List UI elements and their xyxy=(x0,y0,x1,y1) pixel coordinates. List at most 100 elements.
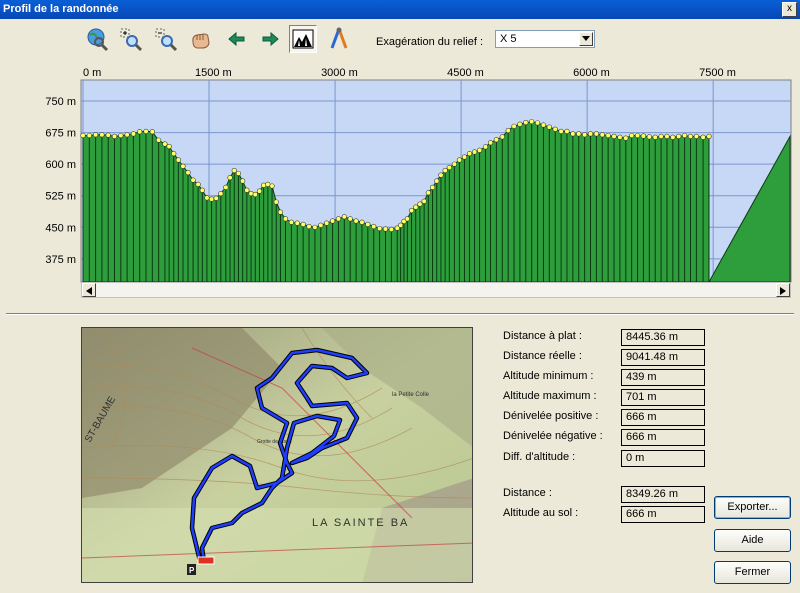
elevation-point[interactable] xyxy=(570,131,576,137)
elevation-point[interactable] xyxy=(324,220,330,226)
elevation-point[interactable] xyxy=(359,219,365,225)
elevation-point[interactable] xyxy=(218,191,224,197)
elevation-point[interactable] xyxy=(476,147,483,153)
elevation-point[interactable] xyxy=(294,220,300,226)
elevation-point[interactable] xyxy=(534,120,541,126)
elevation-point[interactable] xyxy=(629,132,635,139)
elevation-point[interactable] xyxy=(693,133,699,139)
elevation-point[interactable] xyxy=(269,183,275,189)
back-arrow-icon[interactable] xyxy=(224,26,250,52)
elevation-point[interactable] xyxy=(223,184,229,190)
elevation-point[interactable] xyxy=(329,218,336,224)
elevation-point[interactable] xyxy=(623,135,629,141)
elevation-point[interactable] xyxy=(499,134,505,140)
elevation-point[interactable] xyxy=(593,131,599,137)
elevation-point[interactable] xyxy=(341,214,347,220)
elevation-point[interactable] xyxy=(482,144,489,150)
elevation-point[interactable] xyxy=(171,151,177,157)
elevation-profile-chart[interactable]: 0 m 1500 m 3000 m 4500 m 6000 m 7500 m 750 m 67… xyxy=(0,60,800,350)
elevation-point[interactable] xyxy=(235,170,242,177)
elevation-point[interactable] xyxy=(99,132,105,138)
elevation-point[interactable] xyxy=(353,218,359,224)
elevation-point[interactable] xyxy=(227,175,233,181)
elevation-point[interactable] xyxy=(248,191,254,197)
elevation-point[interactable] xyxy=(240,178,246,184)
elevation-point[interactable] xyxy=(156,137,162,143)
close-window-button[interactable]: x xyxy=(782,2,797,17)
elevation-point[interactable] xyxy=(300,221,306,227)
elevation-point[interactable] xyxy=(599,132,605,138)
elevation-point[interactable] xyxy=(564,128,570,134)
elevation-point[interactable] xyxy=(487,140,494,146)
elevation-point[interactable] xyxy=(421,198,427,204)
zoom-out-icon[interactable] xyxy=(153,26,179,52)
elevation-point[interactable] xyxy=(288,219,294,225)
elevation-point[interactable] xyxy=(105,132,111,138)
elevation-point[interactable] xyxy=(456,157,463,163)
help-button[interactable]: Aide xyxy=(714,529,791,552)
elevation-point[interactable] xyxy=(404,216,410,222)
elevation-point[interactable] xyxy=(244,187,250,193)
compass-measure-icon[interactable] xyxy=(326,26,352,52)
export-button[interactable]: Exporter... xyxy=(714,496,791,519)
elevation-point[interactable] xyxy=(442,167,448,174)
elevation-point[interactable] xyxy=(505,127,511,134)
dropdown-button[interactable] xyxy=(579,32,593,46)
elevation-point[interactable] xyxy=(149,129,155,135)
elevation-point[interactable] xyxy=(162,141,168,147)
elevation-point[interactable] xyxy=(204,195,210,201)
elevation-point[interactable] xyxy=(377,225,383,232)
elevation-point[interactable] xyxy=(371,223,377,230)
relief-exaggeration-select[interactable]: X 5 xyxy=(495,30,595,48)
elevation-point[interactable] xyxy=(118,132,124,139)
elevation-point[interactable] xyxy=(273,199,279,205)
elevation-point[interactable] xyxy=(471,149,478,155)
elevation-point[interactable] xyxy=(523,119,529,126)
elevation-point[interactable] xyxy=(652,134,658,140)
elevation-point[interactable] xyxy=(700,134,706,140)
elevation-point[interactable] xyxy=(425,190,431,196)
elevation-point[interactable] xyxy=(438,172,444,178)
elevation-point[interactable] xyxy=(93,132,99,138)
elevation-point[interactable] xyxy=(137,129,143,135)
elevation-point[interactable] xyxy=(687,133,694,139)
elevation-point[interactable] xyxy=(517,121,523,127)
elevation-point[interactable] xyxy=(576,131,582,137)
elevation-point[interactable] xyxy=(540,122,547,128)
elevation-point[interactable] xyxy=(180,163,186,169)
elevation-point[interactable] xyxy=(318,222,324,228)
elevation-point[interactable] xyxy=(640,133,647,139)
elevation-point[interactable] xyxy=(195,181,201,187)
elevation-point[interactable] xyxy=(124,132,130,138)
elevation-point[interactable] xyxy=(175,157,181,163)
zoom-in-icon[interactable] xyxy=(118,26,144,52)
elevation-point[interactable] xyxy=(213,195,219,201)
elevation-point[interactable] xyxy=(466,151,473,157)
elevation-point[interactable] xyxy=(80,132,86,139)
elevation-point[interactable] xyxy=(398,222,404,228)
elevation-point[interactable] xyxy=(451,161,457,167)
elevation-point[interactable] xyxy=(493,137,499,143)
elevation-point[interactable] xyxy=(676,133,682,139)
close-button[interactable]: Fermer xyxy=(714,561,791,584)
elevation-point[interactable] xyxy=(682,132,688,139)
scroll-left-button[interactable] xyxy=(82,283,96,297)
elevation-point[interactable] xyxy=(617,134,623,140)
elevation-point[interactable] xyxy=(382,226,389,232)
elevation-point[interactable] xyxy=(111,133,118,139)
elevation-point[interactable] xyxy=(256,188,263,194)
elevation-point[interactable] xyxy=(252,191,258,198)
pan-hand-icon[interactable] xyxy=(188,26,214,52)
elevation-point[interactable] xyxy=(634,132,641,139)
globe-zoom-icon[interactable] xyxy=(84,26,110,52)
elevation-point[interactable] xyxy=(511,123,517,129)
elevation-point[interactable] xyxy=(664,133,670,139)
elevation-point[interactable] xyxy=(365,221,371,227)
elevation-point[interactable] xyxy=(185,169,191,176)
elevation-point[interactable] xyxy=(587,131,594,137)
elevation-point[interactable] xyxy=(347,216,353,222)
terrain-profile-icon[interactable] xyxy=(289,25,317,53)
elevation-point[interactable] xyxy=(408,207,415,214)
elevation-point[interactable] xyxy=(605,132,611,139)
elevation-point[interactable] xyxy=(429,184,436,190)
